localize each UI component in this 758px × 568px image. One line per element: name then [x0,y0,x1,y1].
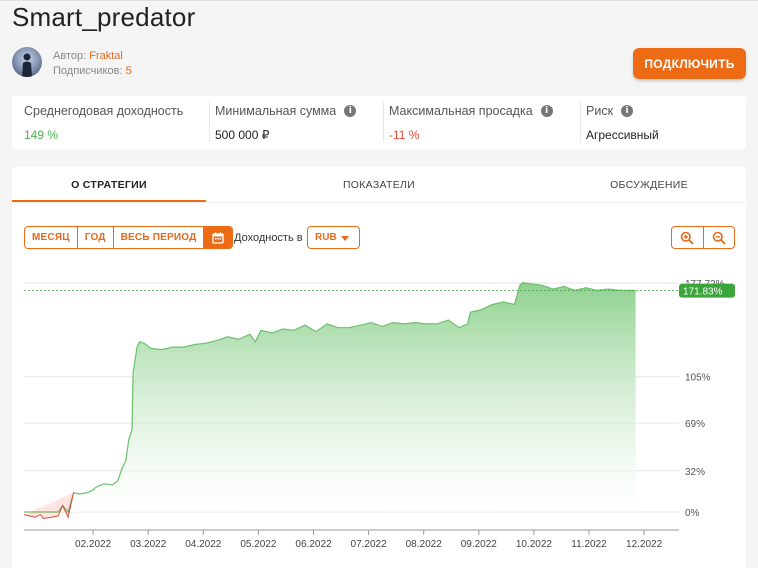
x-tick-label: 07.2022 [351,539,388,550]
x-tick-label: 12.2022 [626,539,663,550]
stat-label: Среднегодовая доходность [24,104,184,118]
y-tick-label: 69% [685,419,705,430]
avatar-person-icon [22,53,32,77]
stat-label: Минимальная сумма [215,104,337,118]
stat-divider [383,102,384,142]
stats-bar: Среднегодовая доходность 149 % Минимальн… [12,96,746,149]
stat-label: Риск [586,104,614,118]
yield-chart[interactable]: 177.72%105%69%32%0%171.83%02.202203.2022… [12,167,746,568]
author-label: Автор: [53,50,87,62]
x-tick-label: 06.2022 [295,539,332,550]
info-icon[interactable]: i [344,105,357,117]
stat-value: 149 % [24,128,59,142]
strategy-panel: О СТРАТЕГИИ ПОКАЗАТЕЛИ ОБСУЖДЕНИЕ МЕСЯЦ … [12,167,746,568]
stat-label: Максимальная просадка [389,104,533,118]
page-title: Smart_predator [12,2,196,32]
stat-label-row: Максимальная просадка i [389,104,553,118]
y-tick-label: 32% [685,467,705,478]
current-value-label: 171.83% [683,287,723,298]
stat-value: 500 000 ₽ [215,128,270,142]
y-tick-label: 105% [685,373,711,384]
x-tick-label: 04.2022 [185,539,222,550]
y-tick-label: 0% [685,508,700,519]
info-icon[interactable]: i [540,105,553,117]
drawdown-line [23,492,75,519]
stat-label-row: Риск i [586,104,634,118]
author-line: Автор: Fraktal [53,50,123,62]
x-tick-label: 10.2022 [516,539,553,550]
stat-value: -11 % [389,128,420,142]
subscribers-count: 5 [125,65,132,77]
x-tick-label: 09.2022 [461,539,498,550]
subscribers-line: Подписчиков: 5 [53,65,132,77]
x-tick-label: 08.2022 [406,539,443,550]
stat-value: Агрессивный [586,128,659,142]
x-tick-label: 02.2022 [75,539,112,550]
stat-divider [209,102,210,142]
connect-button[interactable]: ПОДКЛЮЧИТЬ [633,48,746,79]
stat-divider [580,102,581,142]
x-tick-label: 11.2022 [571,539,607,550]
stat-label-row: Минимальная сумма i [215,104,357,118]
top-divider [0,0,758,1]
subscribers-label: Подписчиков: [53,65,123,77]
x-tick-label: 05.2022 [240,539,277,550]
area-fill [24,282,636,512]
x-tick-label: 03.2022 [130,539,167,550]
info-icon[interactable]: i [621,105,634,117]
avatar[interactable] [12,47,42,77]
author-link[interactable]: Fraktal [89,50,123,62]
